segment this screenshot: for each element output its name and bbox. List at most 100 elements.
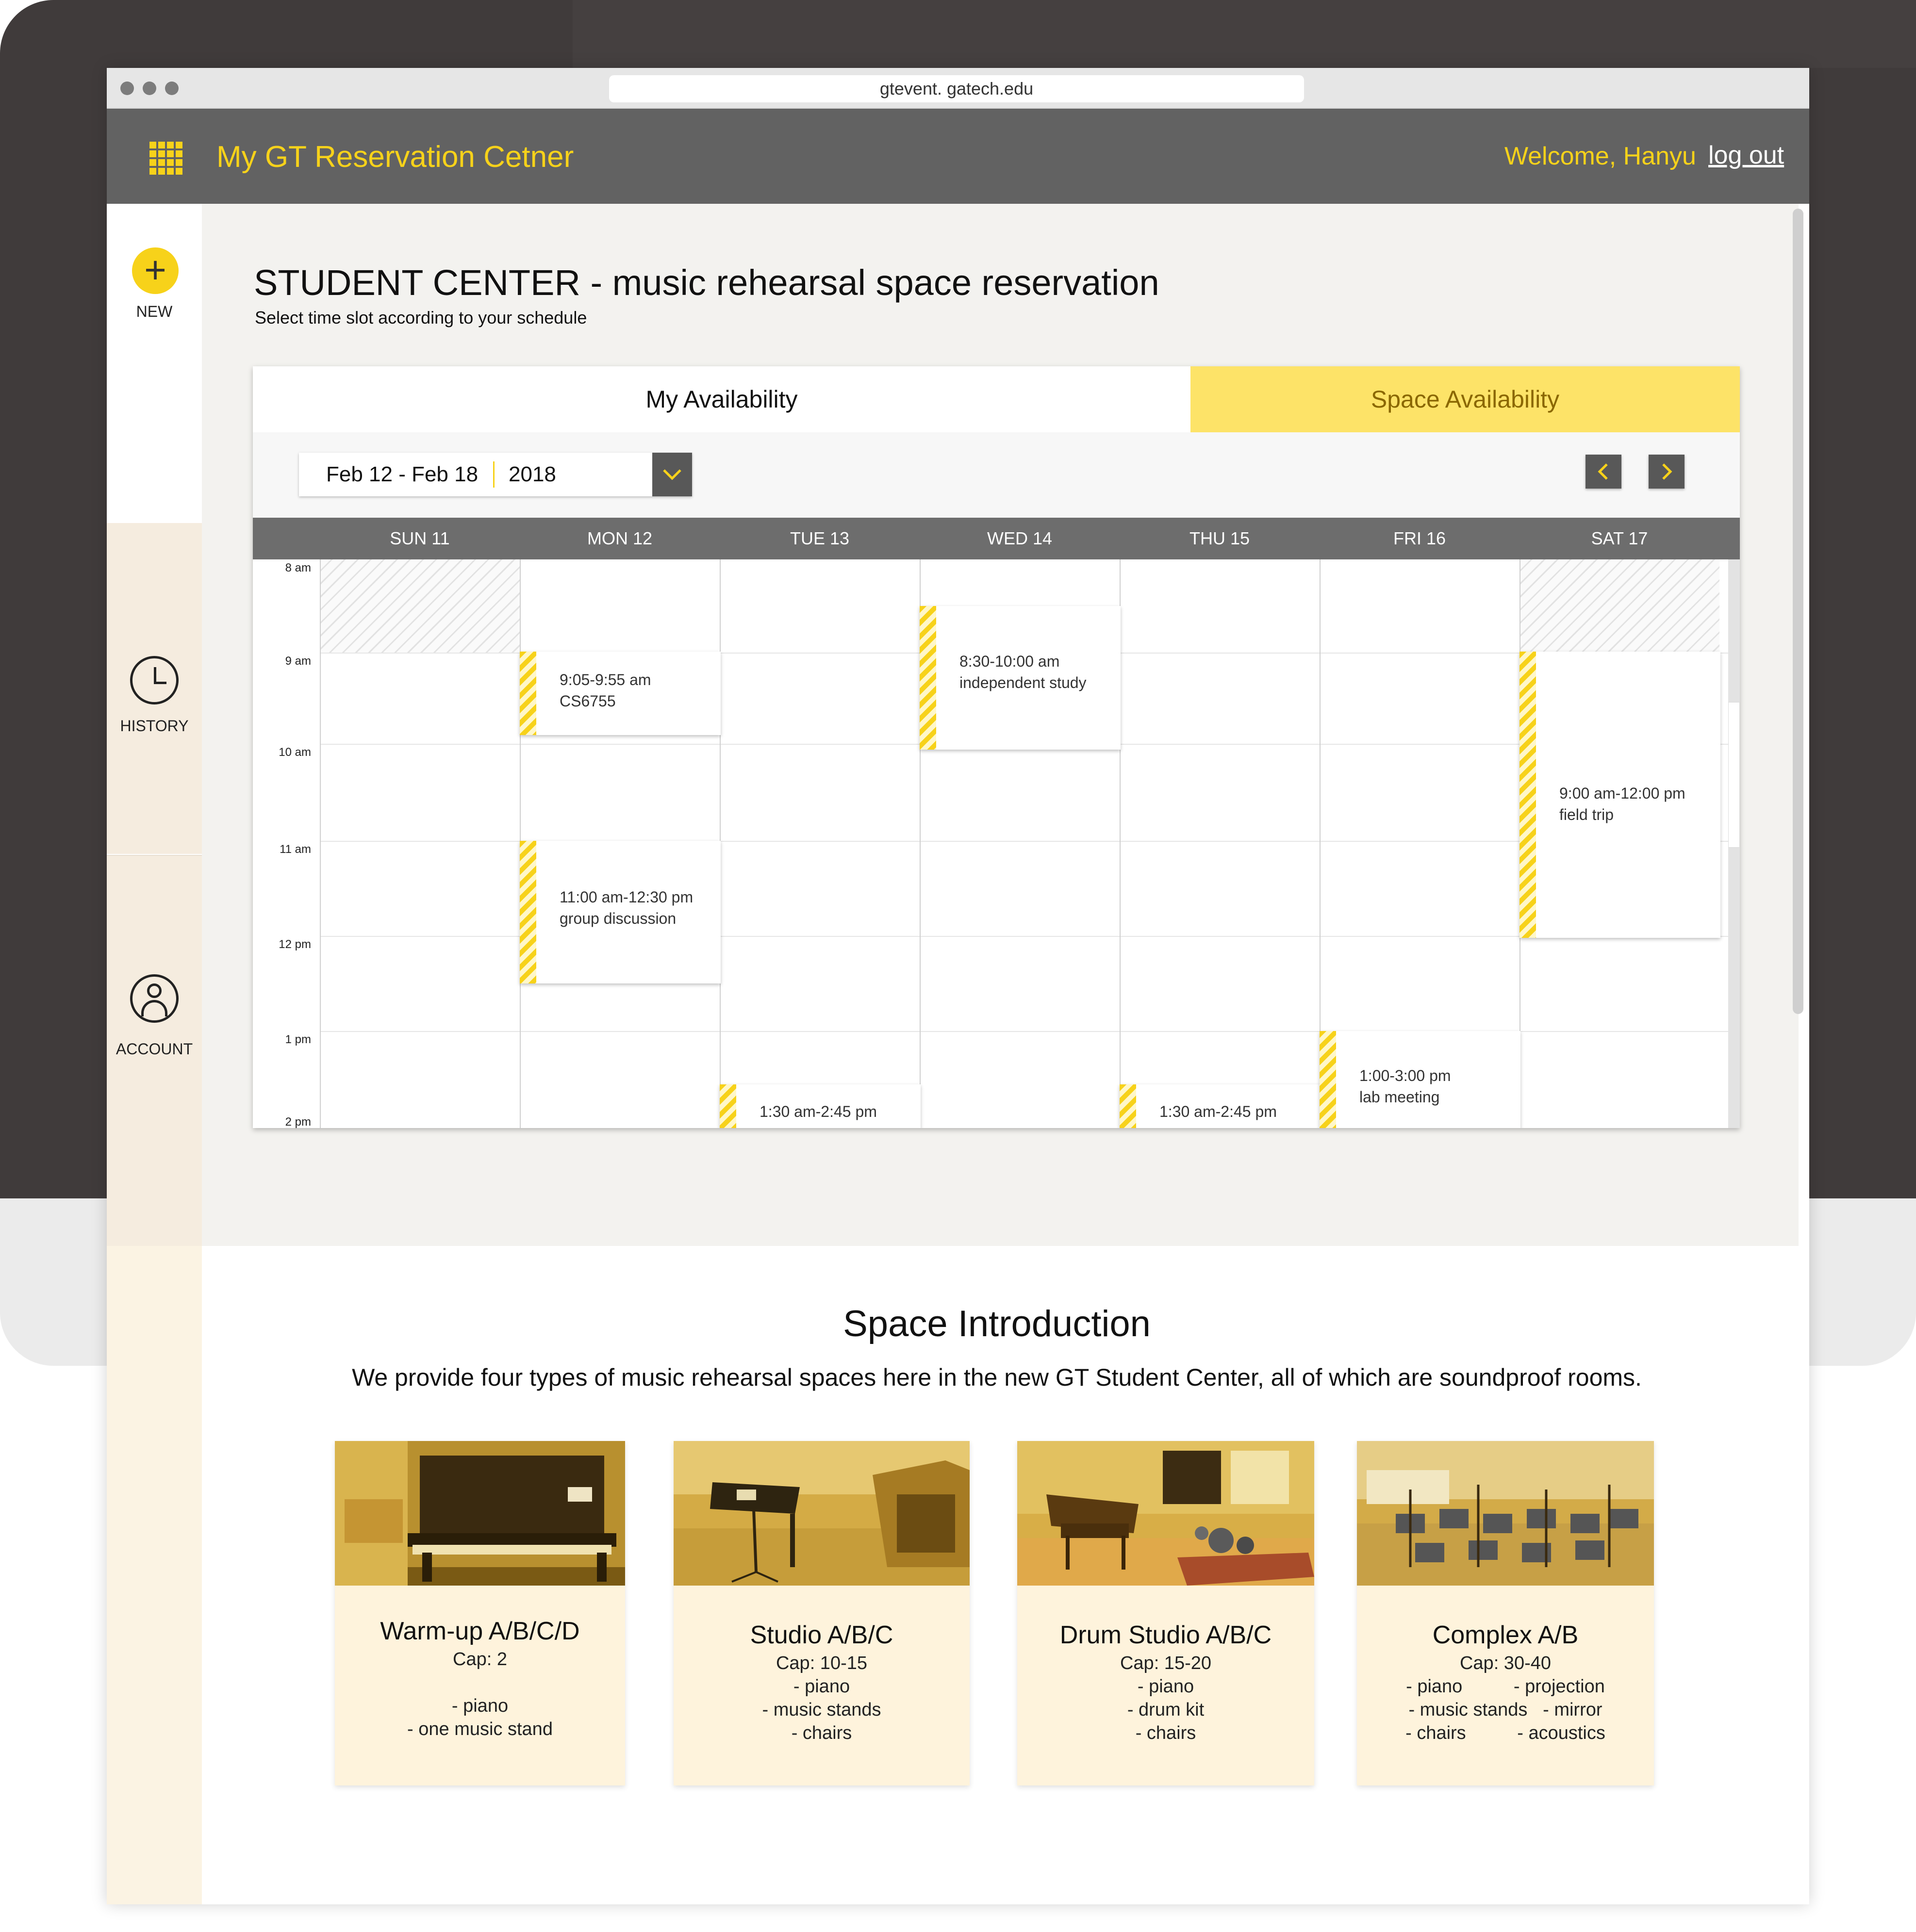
event-time: 9:05-9:55 am <box>560 671 651 688</box>
date-year: 2018 <box>509 462 556 486</box>
window-maximize-dot[interactable] <box>165 82 179 95</box>
hour-label: 9 am <box>285 655 311 668</box>
calendar-event[interactable]: 1:00-3:00 pm lab meeting <box>1320 1031 1520 1128</box>
hour-label: 1 pm <box>285 1033 311 1046</box>
event-text: 8:30-10:00 am independent study <box>959 651 1087 693</box>
app-header: My GT Reservation Cetner Welcome, Hanyu … <box>107 109 1809 204</box>
event-stripe <box>720 1084 736 1128</box>
calendar-event[interactable]: 9:00 am-12:00 pm field trip <box>1520 652 1720 938</box>
event-stripe <box>1320 1031 1336 1128</box>
room-card[interactable]: Drum Studio A/B/C Cap: 15-20 - piano - d… <box>1017 1441 1314 1785</box>
room-details: Cap: 15-20 - piano - drum kit - chairs <box>1120 1653 1211 1743</box>
page-scrollbar[interactable] <box>1793 209 1803 1014</box>
unavailable-slot <box>1520 559 1719 653</box>
room-name: Warm-up A/B/C/D <box>380 1617 580 1645</box>
window-minimize-dot[interactable] <box>143 82 156 95</box>
calendar-event[interactable]: 8:30-10:00 am independent study <box>920 606 1121 750</box>
room-card[interactable]: Complex A/B Cap: 30-40 - piano - project… <box>1357 1441 1654 1785</box>
chevron-left-icon <box>1598 463 1608 480</box>
bezel-reflection <box>573 0 1916 68</box>
page-title: STUDENT CENTER - music rehearsal space r… <box>254 262 1159 303</box>
intro-title: Space Introduction <box>843 1303 1151 1344</box>
sidebar-item-new[interactable]: + NEW <box>107 204 202 523</box>
calendar-grid-icon[interactable] <box>149 142 182 175</box>
tab-space-availability[interactable]: Space Availability <box>1190 366 1740 432</box>
date-range: Feb 12 - Feb 18 <box>326 462 479 486</box>
event-time: 1:00-3:00 pm <box>1359 1067 1451 1084</box>
event-stripe <box>520 652 536 735</box>
calendar-event[interactable]: 11:00 am-12:30 pm group discussion <box>520 841 721 983</box>
room-name: Drum Studio A/B/C <box>1059 1621 1272 1649</box>
day-header: WED 14 <box>987 528 1053 548</box>
calendar-card: My Availability Space Availability Feb 1… <box>253 366 1740 1128</box>
event-time: 11:00 am-12:30 pm <box>560 888 694 906</box>
event-text: 1:30 am-2:45 pm <box>760 1101 877 1122</box>
calendar-event[interactable]: 1:30 am-2:45 pm <box>1120 1084 1321 1128</box>
event-time: 9:00 am-12:00 pm <box>1559 785 1685 802</box>
sidebar-item-history[interactable]: HISTORY <box>107 523 202 854</box>
page-subtitle: Select time slot according to your sched… <box>255 308 587 327</box>
logout-link[interactable]: log out <box>1708 141 1784 170</box>
event-stripe <box>920 606 936 750</box>
tab-my-availability[interactable]: My Availability <box>253 366 1190 432</box>
welcome-text: Welcome, Hanyu <box>1504 142 1696 170</box>
sidebar-item-account[interactable]: ACCOUNT <box>107 855 202 1246</box>
event-stripe <box>1520 652 1536 938</box>
browser-toolbar: gtevent. gatech.edu <box>107 68 1809 109</box>
room-photo-drum <box>1017 1441 1314 1586</box>
next-week-button[interactable] <box>1649 455 1685 489</box>
day-header: TUE 13 <box>790 528 850 548</box>
event-text: 9:05-9:55 am CS6755 <box>560 669 651 712</box>
event-text: 11:00 am-12:30 pm group discussion <box>560 886 693 929</box>
room-card[interactable]: Studio A/B/C Cap: 10-15 - piano - music … <box>674 1441 970 1785</box>
calendar-scroll-thumb[interactable] <box>1728 702 1740 848</box>
event-stripe <box>1120 1084 1136 1128</box>
day-header: THU 15 <box>1189 528 1250 548</box>
event-title: CS6755 <box>560 692 616 710</box>
room-details: Cap: 30-40 - piano - projection - music … <box>1405 1653 1605 1743</box>
app-title[interactable]: My GT Reservation Cetner <box>216 140 574 174</box>
event-text: 9:00 am-12:00 pm field trip <box>1559 783 1685 825</box>
event-title: field trip <box>1559 806 1614 823</box>
event-title: independent study <box>959 674 1087 691</box>
chevron-down-icon[interactable] <box>652 453 692 496</box>
day-header: SAT 17 <box>1591 528 1648 548</box>
room-details: Cap: 10-15 - piano - music stands - chai… <box>762 1653 881 1743</box>
chevron-right-icon <box>1662 463 1672 480</box>
event-time: 1:30 am-2:45 pm <box>1159 1103 1277 1120</box>
hour-label: 2 pm <box>285 1115 311 1128</box>
clock-icon <box>130 656 179 704</box>
calendar-event[interactable]: 9:05-9:55 am CS6755 <box>520 652 721 735</box>
calendar-day-header: SUN 11 MON 12 TUE 13 WED 14 THU 15 FRI 16 SAT … <box>253 518 1740 559</box>
plus-icon[interactable]: + <box>132 247 179 294</box>
room-name: Complex A/B <box>1432 1621 1579 1649</box>
address-bar[interactable]: gtevent. gatech.edu <box>609 75 1304 102</box>
date-selector[interactable]: Feb 12 - Feb 18 2018 <box>299 453 692 496</box>
event-text: 1:00-3:00 pm lab meeting <box>1359 1065 1451 1108</box>
calendar-toolbar: Feb 12 - Feb 18 2018 <box>253 432 1740 518</box>
room-name: Studio A/B/C <box>750 1621 893 1649</box>
day-header: MON 12 <box>587 528 653 548</box>
hour-label: 10 am <box>279 746 311 759</box>
date-divider <box>493 461 495 488</box>
hour-label: 8 am <box>285 561 311 574</box>
room-photo-studio <box>674 1441 970 1586</box>
day-header: SUN 11 <box>390 528 450 548</box>
calendar-event[interactable]: 1:30 am-2:45 pm <box>720 1084 921 1128</box>
event-stripe <box>520 841 536 983</box>
sidebar-account-label: ACCOUNT <box>116 1040 193 1058</box>
hour-label: 12 pm <box>279 938 311 951</box>
device-frame: gtevent. gatech.edu My GT Reservation Ce… <box>0 0 1916 1932</box>
intro-text: We provide four types of music rehearsal… <box>352 1364 1642 1391</box>
window-close-dot[interactable] <box>120 82 134 95</box>
event-title: lab meeting <box>1359 1088 1440 1106</box>
user-icon <box>130 974 179 1023</box>
event-time: 8:30-10:00 am <box>959 653 1060 670</box>
room-card[interactable]: Warm-up A/B/C/D Cap: 2 - piano - one mus… <box>335 1441 625 1785</box>
calendar-grid[interactable]: 8 am 9 am 10 am 11 am 12 pm 1 pm 2 pm 9:05-9:55… <box>253 559 1740 1128</box>
day-header: FRI 16 <box>1393 528 1446 548</box>
prev-week-button[interactable] <box>1586 455 1621 489</box>
room-photo-warmup <box>335 1441 625 1586</box>
room-details: Cap: 2 - piano - one music stand <box>407 1649 553 1739</box>
event-title: group discussion <box>560 910 677 927</box>
